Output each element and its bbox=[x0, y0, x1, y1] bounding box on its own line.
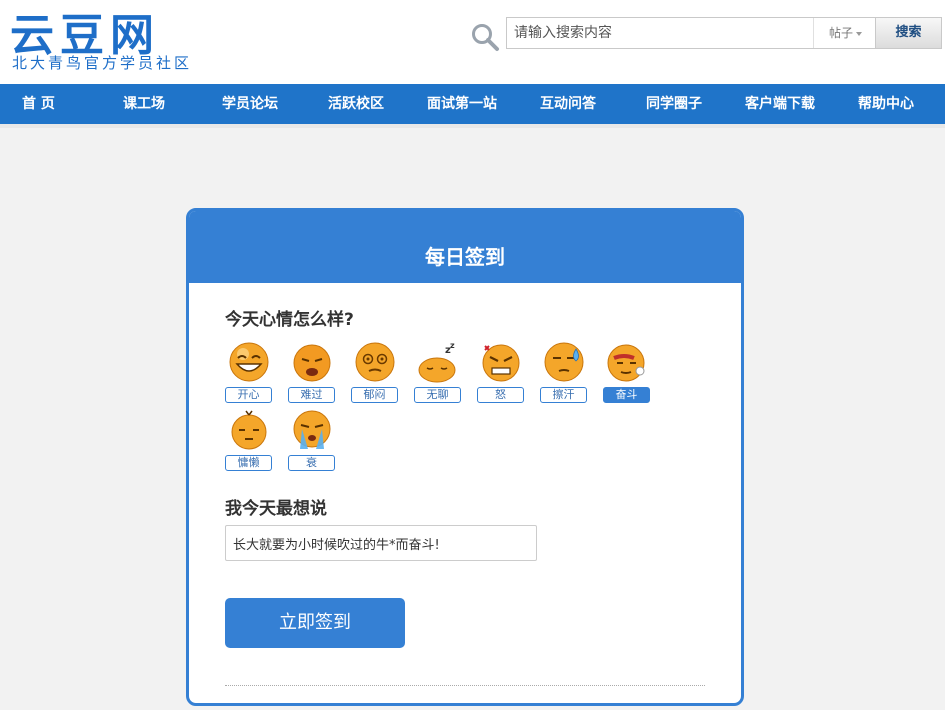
sweat-face-icon bbox=[544, 342, 584, 382]
checkin-card: 每日签到 今天心情怎么样? 开心 难过 郁闷 z z 无聊 怒 擦汗 奋斗 慵懒… bbox=[186, 208, 744, 706]
nav-item-campus[interactable]: 活跃校区 bbox=[328, 84, 384, 124]
nav-item-help[interactable]: 帮助中心 bbox=[858, 84, 914, 124]
main-nav: 首 页 课工场 学员论坛 活跃校区 面试第一站 互动问答 同学圈子 客户端下载 … bbox=[0, 84, 945, 124]
nav-item-download[interactable]: 客户端下载 bbox=[745, 84, 815, 124]
saying-question: 我今天最想说 bbox=[225, 499, 327, 519]
lazy-face-icon bbox=[231, 410, 267, 450]
mood-option-bored[interactable]: z z 无聊 bbox=[414, 341, 461, 411]
determined-face-icon bbox=[607, 344, 645, 382]
mood-option-unlucky[interactable]: 衰 bbox=[288, 409, 335, 479]
nav-shadow bbox=[0, 124, 945, 128]
mood-option-lazy[interactable]: 慵懒 bbox=[225, 409, 272, 479]
site-header: 云豆网 北大青鸟官方学员社区 帖子 搜索 bbox=[0, 0, 945, 84]
saying-input[interactable] bbox=[225, 525, 537, 561]
search-type-select[interactable]: 帖子 bbox=[813, 18, 877, 48]
logo-subtitle: 北大青鸟官方学员社区 bbox=[12, 54, 193, 72]
checkin-submit-button[interactable]: 立即签到 bbox=[225, 598, 405, 648]
mood-option-happy[interactable]: 开心 bbox=[225, 341, 272, 411]
dizzy-face-icon bbox=[355, 342, 395, 382]
mood-option-dizzy[interactable]: 郁闷 bbox=[351, 341, 398, 411]
nav-item-interview[interactable]: 面试第一站 bbox=[427, 84, 497, 124]
mood-label: 郁闷 bbox=[351, 387, 398, 403]
nav-item-circle[interactable]: 同学圈子 bbox=[646, 84, 702, 124]
nav-item-kgc[interactable]: 课工场 bbox=[123, 84, 165, 124]
sad-face-icon bbox=[293, 344, 331, 382]
search-button[interactable]: 搜索 bbox=[876, 17, 942, 49]
mood-label: 衰 bbox=[288, 455, 335, 471]
search-icon bbox=[472, 24, 499, 51]
mood-option-sweat[interactable]: 擦汗 bbox=[540, 341, 587, 411]
mood-label: 难过 bbox=[288, 387, 335, 403]
search-type-value: 帖子 bbox=[828, 26, 853, 40]
mood-label: 无聊 bbox=[414, 387, 461, 403]
search-box: 帖子 bbox=[506, 17, 876, 49]
divider bbox=[225, 685, 705, 686]
mood-option-sad[interactable]: 难过 bbox=[288, 341, 335, 411]
nav-item-home[interactable]: 首 页 bbox=[22, 84, 55, 124]
chevron-down-icon bbox=[856, 31, 862, 36]
mood-option-fighting[interactable]: 奋斗 bbox=[603, 341, 650, 411]
nav-item-forum[interactable]: 学员论坛 bbox=[222, 84, 278, 124]
angry-face-icon bbox=[482, 344, 520, 382]
checkin-title: 每日签到 bbox=[189, 211, 741, 283]
mood-label: 擦汗 bbox=[540, 387, 587, 403]
mood-label: 怒 bbox=[477, 387, 524, 403]
crying-face-icon bbox=[293, 410, 331, 449]
happy-face-icon bbox=[229, 342, 269, 382]
nav-item-qa[interactable]: 互动问答 bbox=[540, 84, 596, 124]
svg-text:z: z bbox=[450, 341, 455, 350]
mood-label: 开心 bbox=[225, 387, 272, 403]
mood-label: 奋斗 bbox=[603, 387, 650, 403]
mood-option-angry[interactable]: 怒 bbox=[477, 341, 524, 411]
sleepy-face-icon: z z bbox=[418, 341, 456, 383]
search-input[interactable] bbox=[507, 18, 813, 48]
mood-question: 今天心情怎么样? bbox=[225, 310, 354, 330]
mood-label: 慵懒 bbox=[225, 455, 272, 471]
